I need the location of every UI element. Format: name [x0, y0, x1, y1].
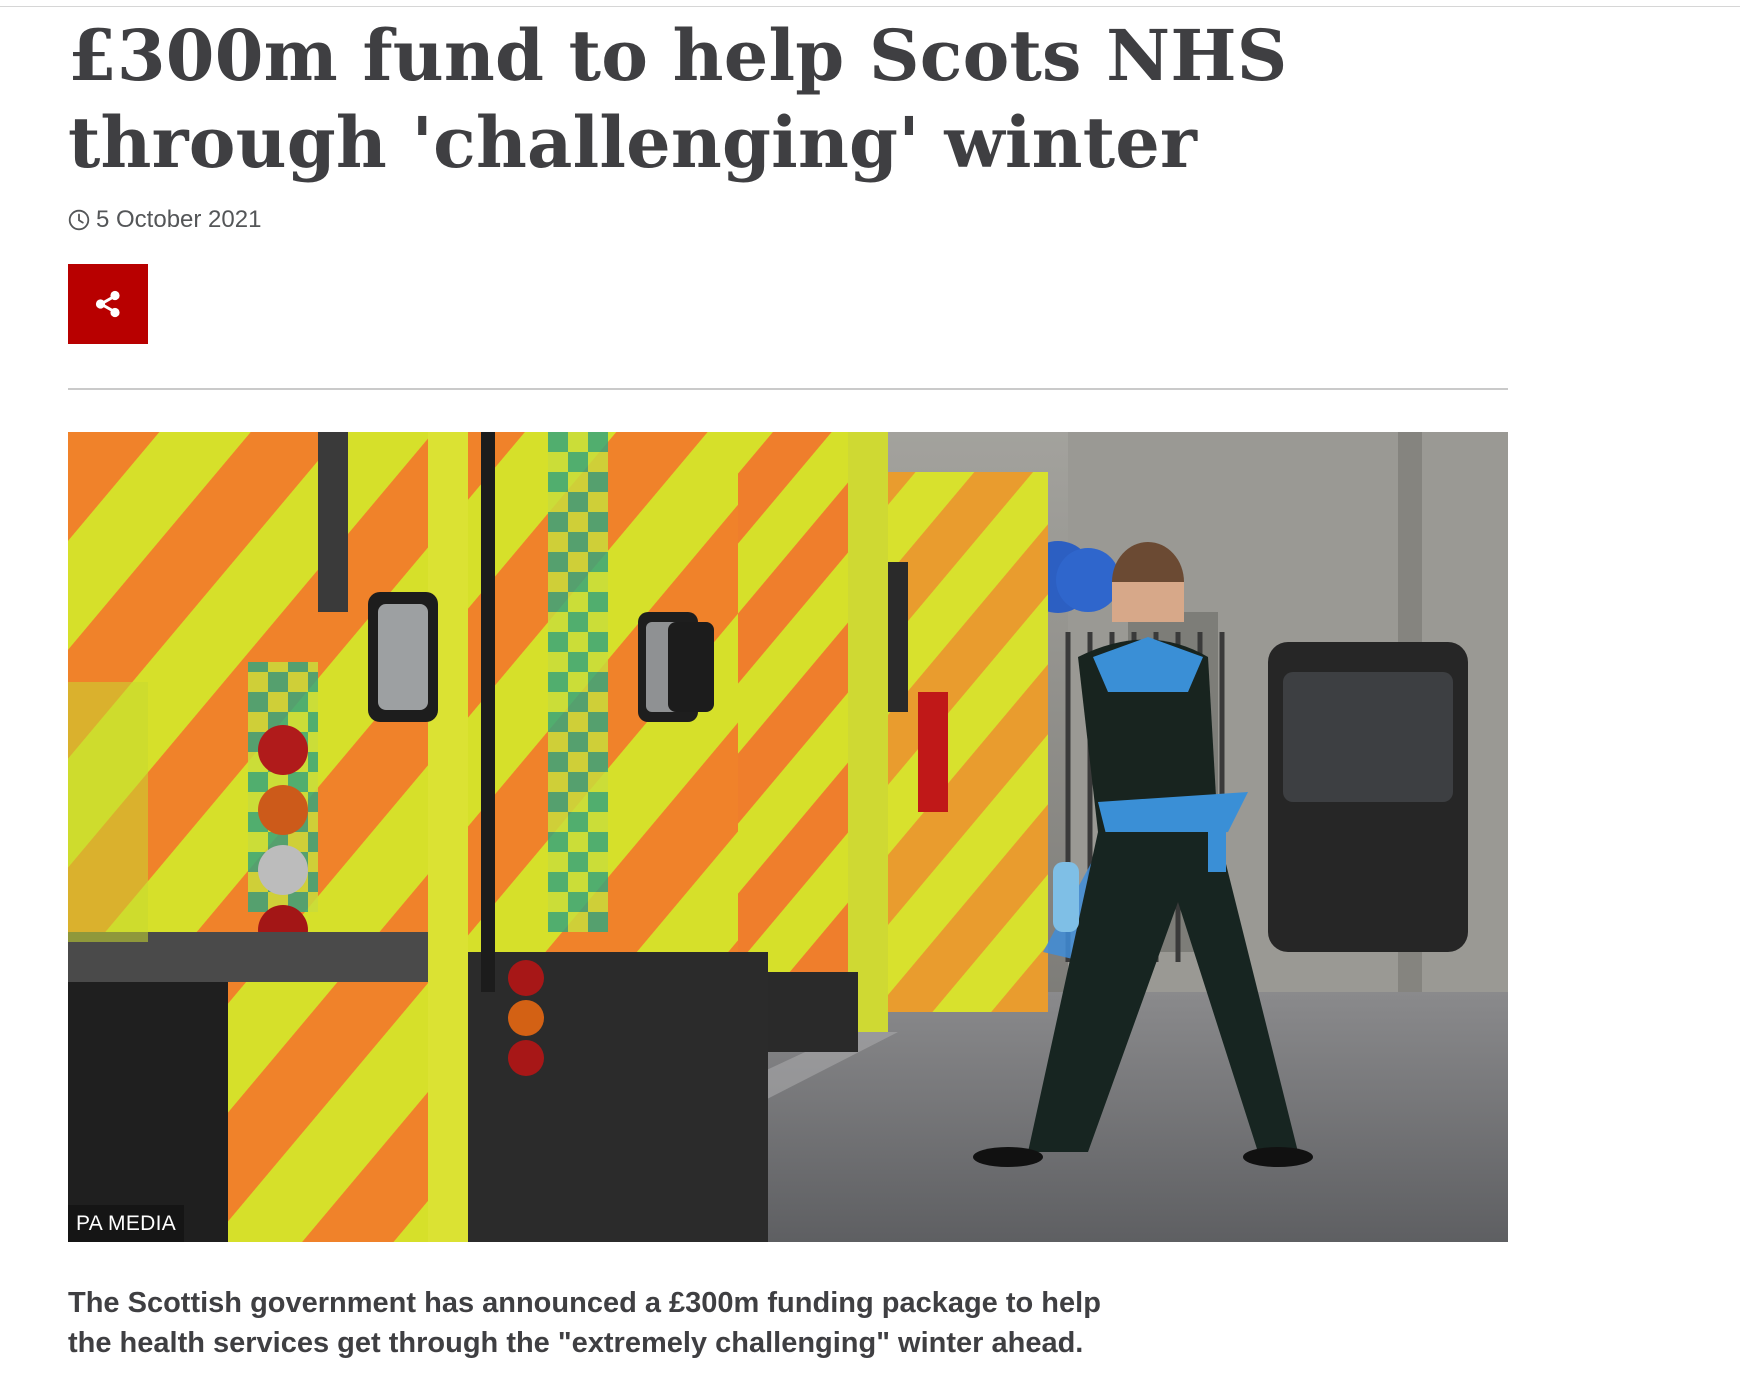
section-divider: [68, 388, 1508, 390]
share-icon: [95, 290, 120, 318]
clock-icon: [68, 209, 90, 231]
article-headline: £300m fund to help Scots NHS through 'ch…: [68, 14, 1288, 184]
hero-image: PA MEDIA: [68, 432, 1508, 1242]
top-rule: [0, 6, 1740, 7]
share-button[interactable]: [68, 264, 148, 344]
article-summary: The Scottish government has announced a …: [68, 1287, 1101, 1359]
image-credit: PA MEDIA: [68, 1205, 185, 1242]
article-timestamp: 5 October 2021: [68, 206, 261, 234]
article-date: 5 October 2021: [96, 206, 262, 233]
